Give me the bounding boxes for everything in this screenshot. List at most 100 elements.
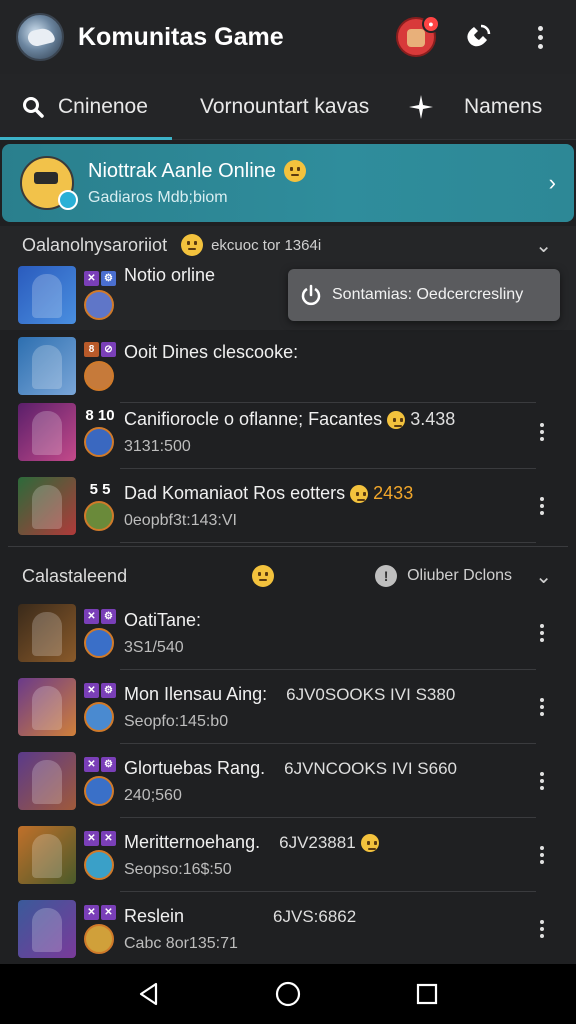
featured-subtitle: Gadiaros Mdb;biom: [88, 188, 228, 206]
overflow-menu-icon[interactable]: [520, 17, 560, 57]
list-item[interactable]: ✕ ⚙ Glortuebas Rang. 6JVNCOOKS IVI S660 2…: [0, 744, 576, 818]
badge-icon: ✕: [101, 904, 116, 920]
notification-badge: ●: [422, 15, 440, 33]
game-thumbnail: [18, 752, 76, 810]
more-options-icon[interactable]: [532, 920, 552, 938]
avatar: [84, 775, 114, 806]
mini-badges: ✕ ✕: [84, 830, 116, 880]
tab-label: Vornountart kavas: [200, 94, 370, 118]
tab-label: Namens: [464, 94, 543, 118]
more-options-icon[interactable]: [532, 497, 552, 515]
list-item-title-row: Meritternoehang. 6JV23881: [124, 832, 532, 853]
avatar: [84, 701, 114, 732]
mini-badges: ✕ ⚙: [84, 682, 116, 732]
list-item-title-row: Reslein 6JVS:6862: [124, 906, 532, 927]
list-item-subtitle: 3131:500: [124, 437, 191, 455]
more-options-icon[interactable]: [532, 846, 552, 864]
list-item[interactable]: ✕ ⚙ OatiTane: 3S1/540: [0, 596, 576, 670]
list-item-extra: 6JVNCOOKS IVI S660: [284, 758, 458, 778]
featured-online-card[interactable]: Niottrak Aanle Online Gadiaros Mdb;biom …: [2, 144, 574, 222]
tab-label: Cninenoe: [58, 94, 148, 118]
app-bar: Komunitas Game ●: [0, 0, 576, 74]
system-navigation-bar: [0, 964, 576, 1024]
section-header-calendar[interactable]: Calastaleend ! Oliuber Dclons ⌄: [0, 556, 576, 596]
game-thumbnail: [18, 604, 76, 662]
info-icon: !: [375, 565, 398, 587]
chevron-down-icon[interactable]: ⌄: [535, 233, 552, 258]
section-filter[interactable]: ! Oliuber Dclons: [375, 565, 512, 587]
section-title: Oalanolnysaroriiot: [22, 234, 168, 255]
list-item-subtitle: 240;560: [124, 786, 182, 804]
list-item-title: Reslein: [124, 905, 185, 926]
avatar: [20, 156, 78, 210]
app-title: Komunitas Game: [78, 22, 284, 51]
more-options-icon[interactable]: [532, 624, 552, 642]
game-thumbnail: [18, 337, 76, 395]
list-item-title: Canifiorocle o oflanne; Facantes: [124, 408, 383, 429]
list-item-subtitle: Seopfo:145:b0: [124, 712, 229, 730]
badge-text: 8 10: [85, 406, 115, 424]
sparkle-icon: [409, 94, 433, 119]
game-thumbnail: [18, 266, 76, 324]
list-item-extra: 6JV0SOOKS IVI S380: [286, 684, 456, 704]
emoji-icon: [387, 410, 406, 429]
chevron-down-icon[interactable]: ⌄: [535, 564, 552, 589]
game-thumbnail: [18, 477, 76, 535]
badge-icon: ✕: [84, 270, 99, 286]
badge-icon: ⊘: [101, 341, 116, 357]
emoji-icon: [252, 565, 274, 587]
badge-icon: ✕: [84, 608, 99, 624]
home-icon[interactable]: [268, 974, 308, 1014]
badge-icon: ⚙: [101, 756, 116, 772]
app-logo[interactable]: [16, 13, 64, 61]
section-filter-label: Oliuber Dclons: [407, 567, 512, 584]
avatar: [84, 289, 114, 320]
back-icon[interactable]: [129, 974, 169, 1014]
list-item-title-row: Mon Ilensau Aing: 6JV0SOOKS IVI S380: [124, 684, 532, 705]
more-options-icon[interactable]: [532, 772, 552, 790]
emoji-icon: [283, 160, 306, 182]
more-options-icon[interactable]: [532, 698, 552, 716]
list-item[interactable]: ✕ ✕ Meritternoehang. 6JV23881 Seopso:16$:…: [0, 818, 576, 892]
badge-icon: 8: [84, 341, 99, 357]
list-item-title-row: Dad Komaniaot Ros eotters 2433: [124, 483, 532, 504]
list-item[interactable]: 8 10 Canifiorocle o oflanne; Facantes 3.…: [0, 395, 576, 469]
emoji-icon: [350, 484, 369, 503]
list-item-title: Dad Komaniaot Ros eotters: [124, 482, 346, 503]
game-thumbnail: [18, 678, 76, 736]
list-item-title: Mon Ilensau Aing:: [124, 683, 268, 704]
section-divider: [8, 546, 568, 547]
avatar: [84, 627, 114, 658]
list-item-subtitle: 0eopbf3t:143:VI: [124, 511, 237, 529]
list-item-title-row: Canifiorocle o oflanne; Facantes 3.438: [124, 409, 532, 430]
profile-avatar[interactable]: ●: [396, 15, 440, 57]
list-item[interactable]: ✕ ✕ Reslein 6JVS:6862 Cabc 8or135:71: [0, 892, 576, 966]
list-item[interactable]: 8 ⊘ Ooit Dines clescooke:: [0, 329, 576, 403]
tab-search[interactable]: Cninenoe: [0, 74, 172, 140]
list-item-value: 3.438: [410, 408, 456, 429]
badge-icon: ✕: [84, 830, 99, 846]
mini-badges: ✕ ⚙: [84, 756, 116, 806]
list-item[interactable]: 5 5 Dad Komaniaot Ros eotters 2433 0eopb…: [0, 469, 576, 543]
mini-badges: ✕ ⚙: [84, 270, 116, 320]
game-thumbnail: [18, 403, 76, 461]
avatar: [84, 500, 114, 531]
featured-title-row: Niottrak Aanle Online: [88, 160, 549, 183]
list-item[interactable]: ✕ ⚙ Mon Ilensau Aing: 6JV0SOOKS IVI S380 …: [0, 670, 576, 744]
list-item-subtitle: 3S1/540: [124, 638, 184, 656]
more-options-icon[interactable]: [532, 423, 552, 441]
phone-icon[interactable]: [458, 17, 498, 57]
tab-bar: Cninenoe Vornountart kavas Namens: [0, 74, 576, 140]
badge-icon: ⚙: [101, 608, 116, 624]
tab-names[interactable]: Namens: [396, 74, 576, 140]
tab-community[interactable]: Vornountart kavas: [172, 74, 396, 140]
mini-badges: ✕ ✕: [84, 904, 116, 954]
mini-badges: 8 10: [84, 408, 116, 457]
badge-icon: ⚙: [101, 682, 116, 698]
avatar: [84, 923, 114, 954]
recents-icon[interactable]: [407, 974, 447, 1014]
toast-message: Sontamias: Oedcercresliny: [288, 269, 560, 321]
list-item-subtitle: Cabc 8or135:71: [124, 934, 238, 952]
mini-badges: 5 5: [84, 482, 116, 531]
chevron-right-icon[interactable]: ›: [549, 170, 556, 196]
